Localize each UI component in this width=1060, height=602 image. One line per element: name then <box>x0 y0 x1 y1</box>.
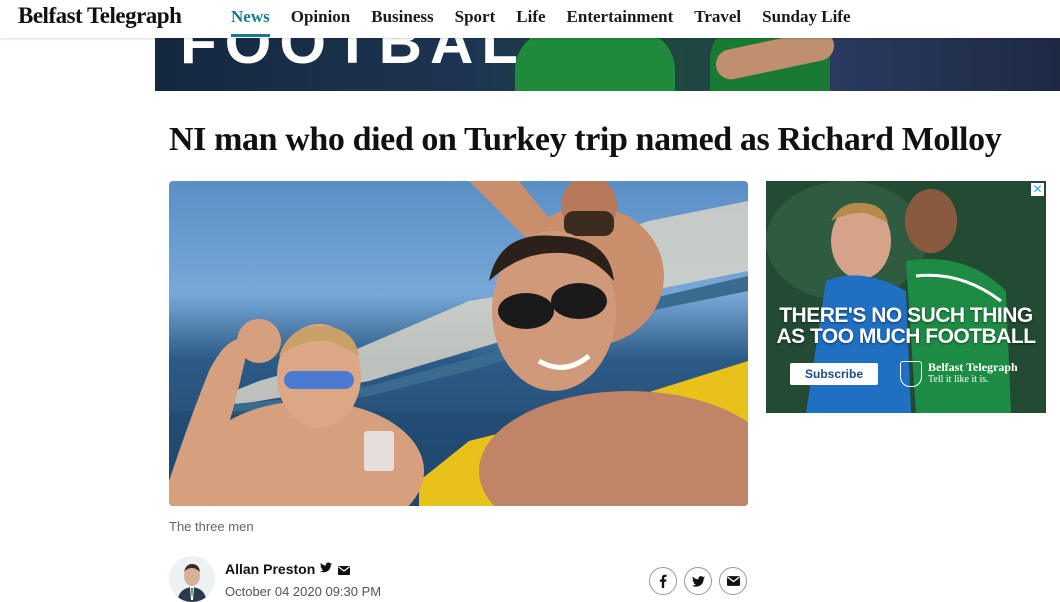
ad-tagline: Tell it like it is. <box>928 374 989 385</box>
nav-item-business[interactable]: Business <box>371 7 433 27</box>
author-avatar[interactable] <box>169 556 215 602</box>
avatar-illustration <box>169 556 215 602</box>
article-photo[interactable] <box>169 181 748 506</box>
email-icon[interactable] <box>338 562 350 580</box>
nav-item-entertainment[interactable]: Entertainment <box>567 7 674 27</box>
banner-player-shirt <box>515 30 675 91</box>
ad-headline-line: AS TOO MUCH FOOTBALL <box>776 325 1036 348</box>
top-navigation: Belfast Telegraph News Opinion Business … <box>0 0 1060 38</box>
nav-item-life[interactable]: Life <box>516 7 545 27</box>
photo-illustration <box>169 181 748 506</box>
twitter-icon[interactable] <box>320 560 332 578</box>
site-logo[interactable]: Belfast Telegraph <box>18 3 182 29</box>
ad-crest-icon <box>900 361 922 387</box>
facebook-icon[interactable] <box>649 567 677 595</box>
author-name[interactable]: Allan Preston <box>225 561 315 577</box>
publish-date: October 04 2020 09:30 PM <box>225 584 382 599</box>
nav-item-sport[interactable]: Sport <box>455 7 496 27</box>
nav-item-travel[interactable]: Travel <box>694 7 741 27</box>
ad-headline-line: THERE'S NO SUCH THING <box>779 304 1033 327</box>
nav-item-sunday-life[interactable]: Sunday Life <box>762 7 850 27</box>
ad-subscribe-button[interactable]: Subscribe <box>790 363 878 385</box>
ad-brand: Belfast Telegraph <box>928 360 1018 374</box>
ad-close-icon[interactable]: ✕ <box>1031 183 1044 196</box>
advertisement[interactable]: ✕ THERE'S NO SUCH THING AS TOO MUCH FOOT… <box>766 181 1046 413</box>
nav-item-news[interactable]: News <box>231 7 270 37</box>
twitter-icon[interactable] <box>684 567 712 595</box>
ad-headline: THERE'S NO SUCH THING AS TOO MUCH FOOTBA… <box>766 305 1046 347</box>
share-buttons <box>649 567 747 595</box>
section-nav: News Opinion Business Sport Life Enterta… <box>231 7 872 37</box>
email-icon[interactable] <box>719 567 747 595</box>
article-headline: NI man who died on Turkey trip named as … <box>169 121 1002 158</box>
photo-caption: The three men <box>169 519 254 534</box>
byline: Allan Preston October 04 2020 09:30 PM <box>169 556 749 602</box>
nav-item-opinion[interactable]: Opinion <box>291 7 351 27</box>
